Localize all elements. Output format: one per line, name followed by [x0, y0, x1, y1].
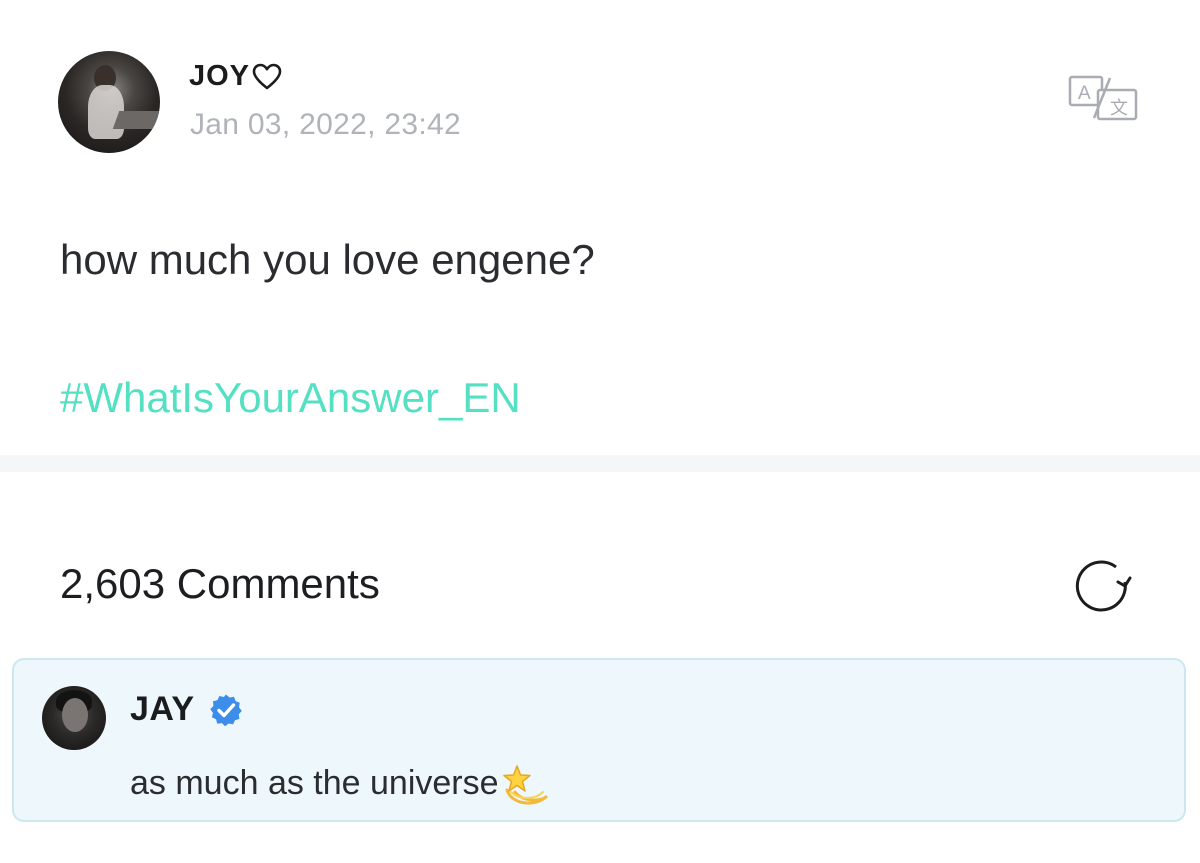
heart-outline-icon — [252, 63, 282, 91]
comment-text: as much as the universe — [130, 758, 551, 808]
post-author[interactable]: JOY — [189, 60, 282, 93]
author-avatar[interactable] — [58, 51, 160, 153]
translate-icon: A 文 — [1068, 75, 1138, 121]
post-date: Jan 03, 2022, 23:42 — [190, 108, 461, 141]
avatar-desk-shape — [112, 111, 160, 129]
translate-button[interactable]: A 文 — [1068, 74, 1140, 122]
svg-text:A: A — [1078, 83, 1091, 104]
comments-count-heading: 2,603 Comments — [60, 560, 380, 607]
comment-author-name: JAY — [130, 690, 195, 728]
post-body-text: how much you love engene? — [60, 236, 595, 283]
pinned-comment-card[interactable]: JAY as much as the universe — [12, 658, 1186, 822]
avatar-face-shape — [62, 698, 88, 732]
comment-author-avatar[interactable] — [42, 686, 106, 750]
verified-badge-icon — [209, 693, 243, 727]
dizzy-star-icon — [501, 762, 551, 808]
post-hashtag-link[interactable]: #WhatIsYourAnswer_EN — [60, 374, 521, 422]
comment-text-content: as much as the universe — [130, 763, 499, 802]
comment-author[interactable]: JAY — [130, 690, 243, 729]
post: JOY Jan 03, 2022, 23:42 A 文 how much you… — [0, 0, 1200, 455]
post-author-name: JOY — [189, 60, 251, 92]
section-divider — [0, 455, 1200, 472]
refresh-icon — [1075, 560, 1132, 612]
refresh-button[interactable] — [1072, 556, 1132, 616]
svg-text:文: 文 — [1110, 98, 1128, 119]
